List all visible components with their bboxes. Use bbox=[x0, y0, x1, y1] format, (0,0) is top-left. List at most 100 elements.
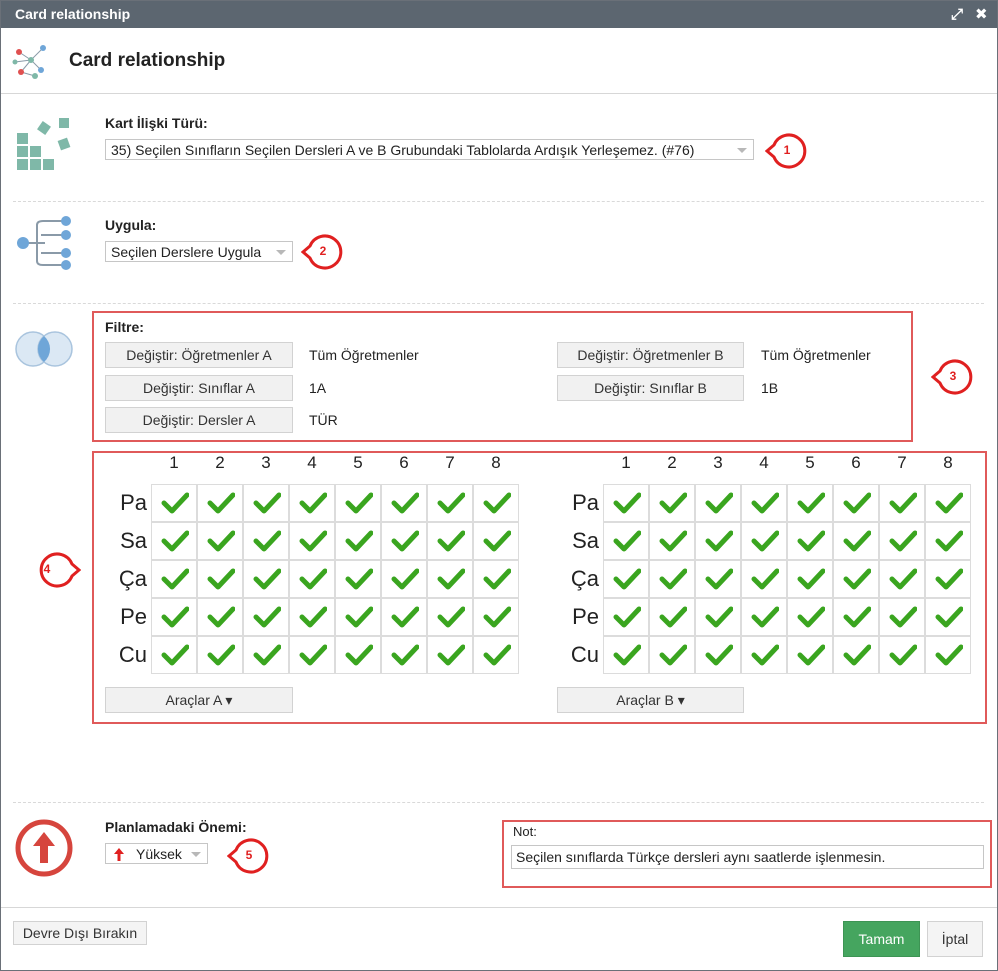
timetable-cell-a[interactable] bbox=[473, 598, 519, 636]
timetable-cell-a[interactable] bbox=[381, 484, 427, 522]
period-header-b[interactable]: 3 bbox=[695, 453, 741, 473]
change-classes-b-button[interactable]: Değiştir: Sınıflar B bbox=[557, 375, 744, 401]
timetable-cell-b[interactable] bbox=[833, 636, 879, 674]
period-header-a[interactable]: 1 bbox=[151, 453, 197, 473]
day-header-b[interactable]: Cu bbox=[559, 642, 599, 668]
tools-b-button[interactable]: Araçlar B ▾ bbox=[557, 687, 744, 713]
period-header-b[interactable]: 2 bbox=[649, 453, 695, 473]
card-type-select[interactable]: 35) Seçilen Sınıfların Seçilen Dersleri … bbox=[105, 139, 754, 160]
timetable-cell-a[interactable] bbox=[243, 636, 289, 674]
timetable-cell-b[interactable] bbox=[603, 522, 649, 560]
timetable-cell-a[interactable] bbox=[289, 522, 335, 560]
timetable-cell-b[interactable] bbox=[833, 598, 879, 636]
timetable-cell-a[interactable] bbox=[289, 484, 335, 522]
change-subjects-a-button[interactable]: Değiştir: Dersler A bbox=[105, 407, 293, 433]
timetable-cell-b[interactable] bbox=[787, 560, 833, 598]
timetable-cell-a[interactable] bbox=[197, 636, 243, 674]
timetable-cell-b[interactable] bbox=[695, 484, 741, 522]
timetable-cell-b[interactable] bbox=[603, 560, 649, 598]
timetable-cell-a[interactable] bbox=[427, 598, 473, 636]
period-header-b[interactable]: 5 bbox=[787, 453, 833, 473]
timetable-cell-a[interactable] bbox=[473, 484, 519, 522]
timetable-cell-a[interactable] bbox=[197, 560, 243, 598]
timetable-cell-b[interactable] bbox=[787, 484, 833, 522]
timetable-cell-b[interactable] bbox=[741, 560, 787, 598]
timetable-cell-b[interactable] bbox=[925, 522, 971, 560]
timetable-cell-b[interactable] bbox=[787, 636, 833, 674]
day-header-a[interactable]: Pa bbox=[107, 490, 147, 516]
timetable-cell-b[interactable] bbox=[833, 484, 879, 522]
timetable-cell-b[interactable] bbox=[879, 484, 925, 522]
period-header-b[interactable]: 1 bbox=[603, 453, 649, 473]
timetable-cell-a[interactable] bbox=[473, 522, 519, 560]
timetable-cell-b[interactable] bbox=[787, 598, 833, 636]
day-header-b[interactable]: Pa bbox=[559, 490, 599, 516]
timetable-cell-a[interactable] bbox=[427, 560, 473, 598]
apply-select[interactable]: Seçilen Derslere Uygula bbox=[105, 241, 293, 262]
timetable-cell-b[interactable] bbox=[741, 636, 787, 674]
timetable-cell-a[interactable] bbox=[197, 522, 243, 560]
timetable-cell-b[interactable] bbox=[649, 560, 695, 598]
period-header-a[interactable]: 5 bbox=[335, 453, 381, 473]
timetable-cell-a[interactable] bbox=[381, 522, 427, 560]
period-header-a[interactable]: 3 bbox=[243, 453, 289, 473]
timetable-cell-a[interactable] bbox=[151, 522, 197, 560]
timetable-cell-a[interactable] bbox=[427, 636, 473, 674]
period-header-b[interactable]: 4 bbox=[741, 453, 787, 473]
timetable-cell-b[interactable] bbox=[833, 560, 879, 598]
timetable-cell-b[interactable] bbox=[741, 598, 787, 636]
timetable-cell-b[interactable] bbox=[787, 522, 833, 560]
change-teachers-b-button[interactable]: Değiştir: Öğretmenler B bbox=[557, 342, 744, 368]
timetable-cell-a[interactable] bbox=[335, 522, 381, 560]
day-header-b[interactable]: Sa bbox=[559, 528, 599, 554]
period-header-a[interactable]: 4 bbox=[289, 453, 335, 473]
timetable-cell-b[interactable] bbox=[649, 636, 695, 674]
period-header-b[interactable]: 6 bbox=[833, 453, 879, 473]
period-header-b[interactable]: 7 bbox=[879, 453, 925, 473]
timetable-cell-b[interactable] bbox=[925, 636, 971, 674]
maximize-icon[interactable]: ⤢ bbox=[951, 5, 963, 23]
timetable-cell-b[interactable] bbox=[603, 598, 649, 636]
timetable-cell-b[interactable] bbox=[925, 484, 971, 522]
timetable-cell-b[interactable] bbox=[603, 484, 649, 522]
timetable-cell-a[interactable] bbox=[335, 598, 381, 636]
period-header-a[interactable]: 8 bbox=[473, 453, 519, 473]
period-header-a[interactable]: 7 bbox=[427, 453, 473, 473]
period-header-a[interactable]: 2 bbox=[197, 453, 243, 473]
timetable-cell-a[interactable] bbox=[151, 560, 197, 598]
timetable-cell-a[interactable] bbox=[381, 560, 427, 598]
day-header-b[interactable]: Ça bbox=[559, 566, 599, 592]
timetable-cell-b[interactable] bbox=[695, 598, 741, 636]
timetable-cell-a[interactable] bbox=[151, 484, 197, 522]
timetable-cell-a[interactable] bbox=[473, 560, 519, 598]
timetable-cell-b[interactable] bbox=[925, 598, 971, 636]
timetable-cell-b[interactable] bbox=[603, 636, 649, 674]
note-input[interactable]: Seçilen sınıflarda Türkçe dersleri aynı … bbox=[511, 845, 984, 869]
timetable-cell-a[interactable] bbox=[427, 522, 473, 560]
timetable-cell-a[interactable] bbox=[243, 560, 289, 598]
timetable-cell-a[interactable] bbox=[381, 598, 427, 636]
timetable-cell-b[interactable] bbox=[741, 484, 787, 522]
disable-button[interactable]: Devre Dışı Bırakın bbox=[13, 921, 147, 945]
day-header-a[interactable]: Pe bbox=[107, 604, 147, 630]
timetable-cell-a[interactable] bbox=[289, 560, 335, 598]
timetable-cell-a[interactable] bbox=[289, 636, 335, 674]
tools-a-button[interactable]: Araçlar A ▾ bbox=[105, 687, 293, 713]
timetable-cell-b[interactable] bbox=[649, 598, 695, 636]
change-classes-a-button[interactable]: Değiştir: Sınıflar A bbox=[105, 375, 293, 401]
timetable-cell-b[interactable] bbox=[925, 560, 971, 598]
timetable-cell-a[interactable] bbox=[473, 636, 519, 674]
timetable-cell-a[interactable] bbox=[335, 484, 381, 522]
timetable-cell-b[interactable] bbox=[649, 522, 695, 560]
importance-select[interactable]: Yüksek bbox=[105, 843, 208, 864]
day-header-a[interactable]: Ça bbox=[107, 566, 147, 592]
timetable-cell-a[interactable] bbox=[335, 636, 381, 674]
timetable-cell-b[interactable] bbox=[695, 522, 741, 560]
timetable-cell-a[interactable] bbox=[243, 522, 289, 560]
ok-button[interactable]: Tamam bbox=[843, 921, 920, 957]
timetable-cell-a[interactable] bbox=[151, 636, 197, 674]
day-header-b[interactable]: Pe bbox=[559, 604, 599, 630]
change-teachers-a-button[interactable]: Değiştir: Öğretmenler A bbox=[105, 342, 293, 368]
timetable-cell-b[interactable] bbox=[879, 598, 925, 636]
day-header-a[interactable]: Sa bbox=[107, 528, 147, 554]
